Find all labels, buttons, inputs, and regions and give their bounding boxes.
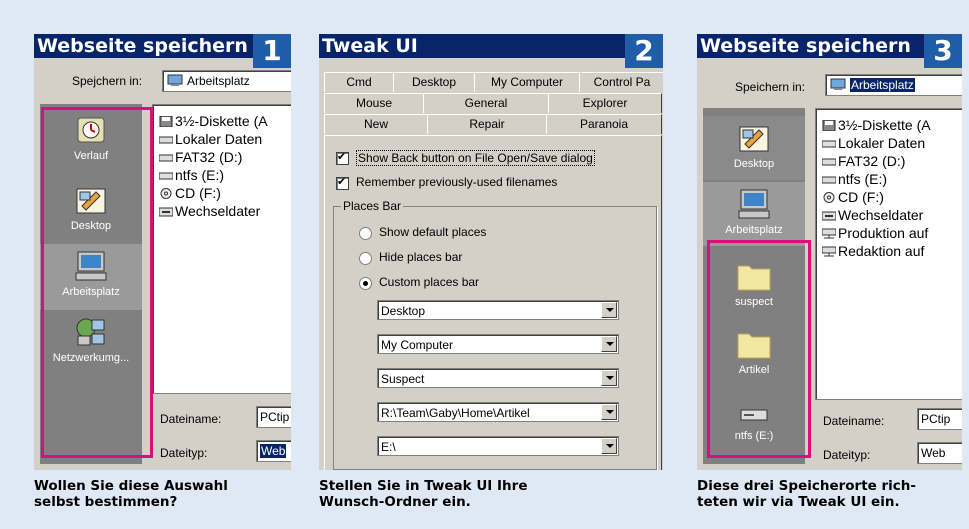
save-in-value: Arbeitsplatz (187, 74, 250, 88)
tab-new[interactable]: New (324, 114, 428, 134)
list-item[interactable]: Lokaler Daten (821, 135, 925, 151)
tab-paranoia[interactable]: Paranoia (546, 114, 662, 134)
list-item[interactable]: 3½-Diskette (A (159, 113, 268, 129)
list-item[interactable]: 3½-Diskette (A (822, 117, 931, 133)
caption-1: Wollen Sie diese Auswahl selbst bestimme… (34, 478, 228, 510)
filename-label: Dateiname: (160, 412, 222, 426)
highlight-frame (41, 107, 153, 458)
panel-2-tweak-ui: Tweak UI 2 Cmd Desktop My Computer Contr… (319, 34, 663, 470)
show-back-button-label: Show Back button on File Open/Save dialo… (356, 150, 595, 166)
chevron-down-icon[interactable] (601, 302, 617, 318)
drive-icon (821, 172, 837, 184)
place-4-dropdown[interactable]: R:\Team\Gaby\Home\Artikel (377, 402, 619, 422)
removable-drive-icon (821, 208, 837, 221)
list-item[interactable]: Wechseldater (821, 207, 923, 223)
list-item[interactable]: FAT32 (D:) (821, 153, 905, 169)
list-item[interactable]: ntfs (E:) (158, 167, 224, 183)
list-item[interactable]: Lokaler Daten (158, 131, 262, 147)
drive-icon (821, 154, 837, 166)
chevron-down-icon[interactable] (601, 370, 617, 386)
panel-1-save-dialog: Webseite speichern 1 Spejchern in: Arbei… (34, 34, 291, 470)
file-list[interactable]: 3½-Diskette (A Lokaler Daten FAT32 (D:) … (152, 104, 291, 394)
save-in-value: Arbeitsplatz (850, 78, 915, 92)
place-label: Desktop (733, 158, 775, 170)
place-my-computer[interactable]: Arbeitsplatz (703, 182, 805, 246)
place-5-dropdown[interactable]: E:\ (377, 436, 619, 456)
file-list[interactable]: 3½-Diskette (A Lokaler Daten FAT32 (D:) … (815, 108, 962, 400)
list-item[interactable]: CD (F:) (822, 189, 884, 205)
tab-control-panel[interactable]: Control Pa (579, 72, 663, 92)
my-computer-icon (167, 73, 183, 86)
my-computer-icon (830, 77, 846, 90)
panel-3-save-dialog: Webseite speichern 3 Speichern in: Arbei… (697, 34, 962, 470)
tab-row-3: New Repair Paranoia (319, 114, 663, 134)
network-drive-icon (821, 244, 837, 257)
cd-icon (159, 186, 173, 199)
filetype-select[interactable]: Web (256, 440, 291, 462)
network-drive-icon (821, 226, 837, 239)
custom-places-bar-label: Custom places bar (379, 275, 480, 289)
chevron-down-icon[interactable] (601, 336, 617, 352)
place-2-dropdown[interactable]: My Computer (377, 334, 619, 354)
show-default-places-label: Show default places (379, 225, 487, 239)
hide-places-bar-radio[interactable] (359, 252, 372, 265)
chevron-down-icon[interactable] (601, 438, 617, 454)
save-in-combo[interactable]: Arbeitsplatz (825, 74, 962, 96)
drive-icon (158, 168, 174, 180)
chevron-down-icon[interactable] (601, 404, 617, 420)
list-item[interactable]: FAT32 (D:) (158, 149, 242, 165)
remember-filenames-checkbox[interactable] (336, 175, 349, 190)
tab-mouse[interactable]: Mouse (324, 93, 424, 113)
list-item[interactable]: Produktion auf (821, 225, 928, 241)
tab-general[interactable]: General (423, 93, 549, 113)
caption-2: Stellen Sie in Tweak UI Ihre Wunsch-Ordn… (319, 478, 528, 510)
my-computer-icon (738, 189, 770, 219)
filename-label: Dateiname: (823, 414, 885, 428)
list-item[interactable]: Wechseldater (158, 203, 260, 219)
tab-repair[interactable]: Repair (427, 114, 547, 134)
place-3-dropdown[interactable]: Suspect (377, 368, 619, 388)
save-in-label: Spejchern in: (72, 74, 143, 88)
filename-field[interactable]: PCtip (256, 406, 291, 428)
list-item[interactable]: CD (F:) (159, 185, 221, 201)
filetype-label: Dateityp: (823, 448, 871, 462)
place-1-dropdown[interactable]: Desktop (377, 300, 619, 320)
drive-icon (821, 136, 837, 148)
place-label: Arbeitsplatz (725, 224, 783, 236)
list-item[interactable]: Redaktion auf (821, 243, 924, 259)
highlight-frame (707, 240, 811, 458)
dialog-title: Webseite speichern (697, 34, 962, 58)
removable-drive-icon (158, 204, 174, 217)
hide-places-bar-label: Hide places bar (379, 250, 463, 264)
tab-row-1: Cmd Desktop My Computer Control Pa (319, 72, 663, 92)
step-number-badge: 1 (253, 34, 291, 68)
save-in-combo[interactable]: Arbeitsplatz (162, 70, 291, 92)
step-number-badge: 3 (924, 34, 962, 68)
remember-filenames-label: Remember previously-used filenames (356, 175, 558, 189)
tab-explorer[interactable]: Explorer (548, 93, 662, 113)
show-default-places-radio[interactable] (359, 227, 372, 240)
place-desktop[interactable]: Desktop (703, 116, 805, 180)
cd-icon (822, 190, 836, 203)
places-bar-group-label: Places Bar (341, 199, 404, 213)
filename-field[interactable]: PCtip (917, 408, 962, 430)
filetype-label: Dateityp: (160, 446, 208, 460)
step-number-badge: 2 (625, 34, 663, 68)
custom-places-bar-radio[interactable] (359, 277, 372, 290)
tab-my-computer[interactable]: My Computer (474, 72, 580, 92)
filetype-select[interactable]: Web (917, 442, 962, 464)
desktop-icon (739, 126, 769, 152)
drive-icon (158, 150, 174, 162)
drive-icon (158, 132, 174, 144)
dialog-title: Tweak UI (319, 34, 663, 58)
caption-3: Diese drei Speicherorte rich- teten wir … (697, 478, 917, 510)
floppy-icon (159, 114, 173, 128)
save-in-label: Speichern in: (735, 80, 806, 94)
tab-desktop[interactable]: Desktop (393, 72, 475, 92)
floppy-icon (822, 118, 836, 132)
show-back-button-checkbox[interactable] (336, 150, 349, 165)
tab-row-2: Mouse General Explorer (319, 93, 663, 113)
tab-cmd[interactable]: Cmd (324, 72, 394, 92)
list-item[interactable]: ntfs (E:) (821, 171, 887, 187)
